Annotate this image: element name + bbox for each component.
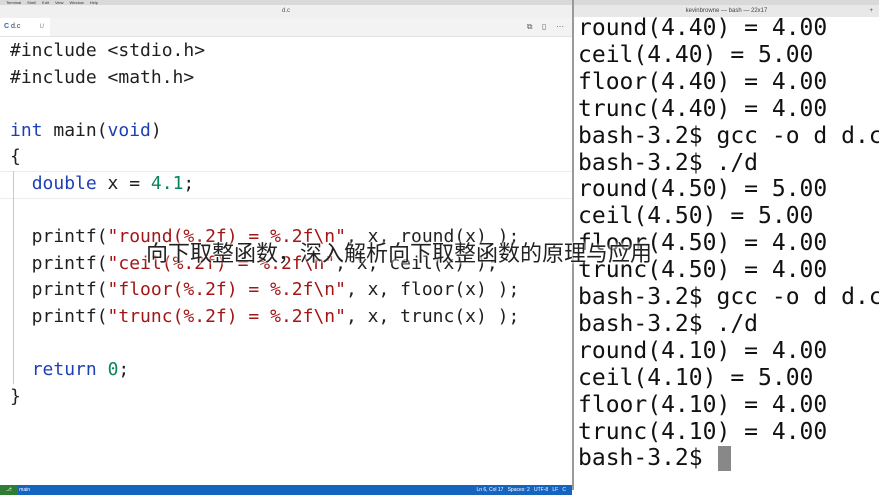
editor-title-bar: d.c [0, 5, 572, 19]
terminal-line: trunc(4.40) = 4.00 [578, 95, 828, 122]
code-token: ) [150, 119, 162, 141]
code-token: 4.1 [150, 173, 184, 194]
terminal-line: round(4.50) = 5.00 [578, 176, 828, 203]
encoding[interactable]: UTF-8 [534, 487, 548, 493]
editor-tab-bar: C d.c U ⧉ ▯ ⋯ [0, 18, 572, 37]
git-branch[interactable]: main [19, 487, 30, 493]
code-line[interactable]: printf("trunc(%.2f) = %.2f\n", x, trunc(… [10, 304, 520, 330]
status-bar: ⎇ main Ln 6, Col 17 Spaces: 2 UTF-8 LF C [0, 485, 572, 495]
remote-indicator[interactable]: ⎇ [0, 485, 18, 495]
code-token: return [31, 359, 97, 381]
c-file-icon: C [4, 23, 10, 30]
terminal-line: ceil(4.40) = 5.00 [578, 41, 814, 68]
code-token: , x, trunc(x) ); [345, 306, 520, 327]
layout-icon[interactable]: ▯ [542, 22, 546, 31]
editor-window-title: d.c [281, 8, 290, 14]
code-line[interactable]: #include <math.h> [10, 65, 194, 91]
overlay-caption: 向下取整函数，深入解析向下取整函数的原理与应用 [146, 242, 653, 267]
terminal-line: round(4.10) = 4.00 [578, 337, 828, 364]
terminal-prompt: bash-3.2$ [578, 445, 717, 472]
terminal-line: ceil(4.50) = 5.00 [578, 203, 814, 230]
terminal-title: kevinbrowne — bash — 22x17 [685, 8, 768, 14]
cursor-position[interactable]: Ln 6, Col 17 [476, 487, 503, 493]
code-token: ; [183, 173, 195, 194]
code-line[interactable]: { [10, 144, 21, 170]
new-tab-icon[interactable]: + [869, 5, 873, 17]
terminal-cursor [718, 446, 732, 472]
code-line[interactable]: } [10, 384, 21, 410]
tab-label: d.c [11, 23, 21, 30]
code-line[interactable]: #include <stdio.h> [10, 38, 205, 64]
code-token: #include <math.h> [10, 66, 195, 88]
code-token: "trunc(%.2f) = %.2f\n" [107, 306, 346, 327]
code-token: { [10, 146, 21, 168]
indentation[interactable]: Spaces: 2 [508, 487, 530, 493]
code-token: , x, floor(x) ); [345, 279, 520, 301]
terminal-line: bash-3.2$ gcc -o d d.c [578, 284, 879, 310]
status-right: Ln 6, Col 17 Spaces: 2 UTF-8 LF C [476, 485, 566, 495]
terminal-line: trunc(4.10) = 4.00 [578, 418, 828, 445]
terminal-line: floor(4.40) = 4.00 [578, 68, 828, 95]
code-line[interactable]: return 0; [10, 357, 130, 383]
code-token: main( [42, 119, 108, 141]
code-line[interactable]: int main(void) [10, 118, 162, 144]
code-token: 0 [107, 359, 119, 381]
terminal-line: ceil(4.10) = 5.00 [578, 364, 814, 391]
code-token: double [31, 173, 97, 194]
code-token: printf( [10, 279, 108, 301]
terminal-prompt-line[interactable]: bash-3.2$ [578, 445, 732, 472]
end-of-line[interactable]: LF [552, 487, 558, 493]
code-line[interactable]: double x = 4.1; [10, 171, 195, 197]
tab-actions: ⧉ ▯ ⋯ [520, 18, 564, 36]
terminal-line: bash-3.2$ ./d [578, 149, 759, 176]
code-token: "floor(%.2f) = %.2f\n" [107, 279, 346, 301]
more-actions-icon[interactable]: ⋯ [556, 22, 564, 31]
terminal-line: bash-3.2$ gcc -o d d.c [578, 122, 879, 149]
code-token: int [10, 119, 43, 141]
modified-indicator: U [39, 24, 44, 30]
code-token: printf( [10, 226, 108, 248]
split-editor-icon[interactable]: ⧉ [527, 22, 533, 31]
terminal-line: floor(4.10) = 4.00 [578, 391, 828, 418]
code-token: ; [118, 359, 130, 381]
code-token: printf( [10, 306, 108, 327]
terminal-line: bash-3.2$ ./d [578, 310, 759, 337]
code-line[interactable]: printf("floor(%.2f) = %.2f\n", x, floor(… [10, 277, 520, 303]
language-mode[interactable]: C [562, 487, 566, 493]
terminal-line: round(4.40) = 4.00 [578, 15, 828, 41]
code-token: x = [96, 173, 151, 194]
code-token: } [10, 385, 21, 407]
code-token: #include <stdio.h> [10, 40, 206, 61]
code-token: printf( [10, 252, 108, 274]
code-token: void [107, 119, 151, 141]
tab-d-c[interactable]: C d.c U [0, 18, 50, 36]
